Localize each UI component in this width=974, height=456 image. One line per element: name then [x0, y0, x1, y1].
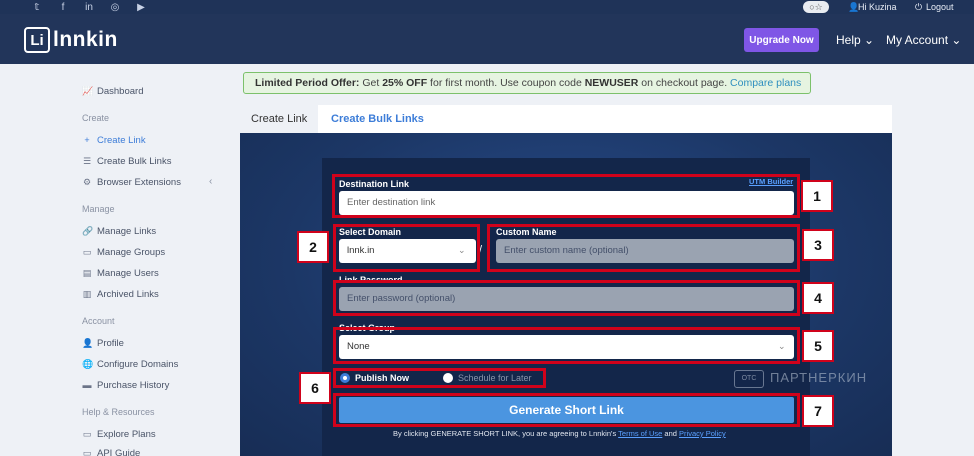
annotation-badge-2: 2 — [297, 231, 329, 263]
card-icon: ▬ — [82, 380, 92, 390]
sidebar-item-label: Manage Users — [97, 267, 159, 279]
annotation-box-6 — [333, 368, 546, 388]
tab-create-bulk-links[interactable]: Create Bulk Links — [320, 105, 435, 133]
twitter-icon[interactable]: 𝕥 — [24, 0, 50, 14]
sidebar-item-label: Create Link — [97, 134, 146, 146]
sidebar-item-label: Browser Extensions — [97, 176, 181, 188]
sidebar-item-dashboard[interactable]: 📈 Dashboard — [82, 84, 143, 98]
linkedin-icon[interactable]: in — [76, 0, 102, 14]
sidebar-item-api-guide[interactable]: ▭ API Guide — [82, 446, 141, 456]
chevron-left-icon[interactable]: ‹ — [209, 176, 212, 187]
offer-discount: 25% OFF — [382, 77, 428, 89]
sidebar-item-label: Purchase History — [97, 379, 170, 391]
power-icon: ⏻ — [915, 2, 923, 12]
sidebar-item-create-link[interactable]: + Create Link — [82, 133, 146, 147]
offer-coupon: NEWUSER — [584, 77, 639, 89]
annotation-box-7 — [333, 393, 800, 427]
chevron-down-icon: ⌄ — [864, 33, 875, 47]
sidebar-item-configure-domains[interactable]: 🌐 Configure Domains — [82, 357, 178, 371]
sidebar-item-label: Dashboard — [97, 85, 144, 97]
brand-logo[interactable]: Li lnnkin — [24, 27, 118, 53]
logo-text: lnnkin — [53, 28, 118, 51]
sidebar-item-archived-links[interactable]: ▥ Archived Links — [82, 287, 159, 301]
offer-lead: Limited Period Offer: — [255, 77, 360, 89]
sidebar-item-label: Create Bulk Links — [97, 155, 172, 167]
annotation-badge-1: 1 — [801, 180, 833, 212]
offer-banner: Limited Period Offer: Get 25% OFF for fi… — [243, 72, 811, 94]
sidebar-item-explore-plans[interactable]: ▭ Explore Plans — [82, 427, 156, 441]
annotation-box-5 — [333, 327, 800, 364]
top-social-bar: 𝕥 f in ◎ ▶ ○☆ 👤 Hi Kuzina ⏻ Logout — [0, 0, 974, 14]
watermark-text: ПАРТНЕРКИН — [770, 370, 868, 385]
sidebar-section-create: Create — [82, 113, 110, 123]
chevron-down-icon: ⌄ — [951, 33, 962, 47]
sidebar-item-manage-links[interactable]: 🔗 Manage Links — [82, 224, 156, 238]
help-label: Help — [836, 33, 861, 47]
facebook-icon[interactable]: f — [50, 0, 76, 14]
annotation-badge-7: 7 — [802, 395, 834, 427]
watermark-logo: ОТС — [734, 370, 764, 388]
logo-mark: Li — [24, 27, 50, 53]
terms-and: and — [662, 429, 680, 438]
code-icon: ▭ — [82, 447, 92, 456]
users-icon: ▤ — [82, 267, 92, 278]
plus-icon: + — [84, 135, 90, 145]
privacy-policy-link[interactable]: Privacy Policy — [679, 429, 726, 438]
terms-notice: By clicking GENERATE SHORT LINK, you are… — [393, 429, 726, 438]
sidebar-item-manage-groups[interactable]: ▭ Manage Groups — [82, 245, 165, 259]
chart-icon: 📈 — [82, 85, 94, 96]
annotation-badge-3: 3 — [802, 229, 834, 261]
sidebar-section-account: Account — [82, 316, 115, 326]
offer-text: for first month. Use coupon code — [427, 77, 585, 89]
sidebar-item-manage-users[interactable]: ▤ Manage Users — [82, 266, 159, 280]
sidebar-item-browser-extensions[interactable]: ⚙ Browser Extensions — [82, 175, 181, 189]
annotation-badge-4: 4 — [802, 282, 834, 314]
theme-toggle[interactable]: ○☆ — [803, 1, 829, 13]
book-icon: ▭ — [82, 428, 92, 439]
annotation-badge-6: 6 — [299, 372, 331, 404]
sidebar-item-label: Archived Links — [97, 288, 159, 300]
globe-icon: 🌐 — [82, 358, 94, 369]
sidebar-item-create-bulk[interactable]: ☰ Create Bulk Links — [82, 154, 172, 168]
annotation-box-2 — [333, 224, 480, 272]
help-menu[interactable]: Help ⌄ — [836, 33, 874, 47]
sidebar-item-label: Configure Domains — [97, 358, 179, 370]
sidebar-section-manage: Manage — [82, 204, 115, 214]
annotation-box-3 — [487, 224, 800, 272]
terms-of-use-link[interactable]: Terms of Use — [618, 429, 662, 438]
list-icon: ☰ — [82, 155, 92, 166]
terms-text: By clicking GENERATE SHORT LINK, you are… — [393, 429, 619, 438]
user-icon: 👤 — [82, 337, 94, 348]
logout-link[interactable]: Logout — [926, 0, 954, 14]
annotation-box-1 — [332, 174, 800, 218]
sidebar-item-label: Explore Plans — [97, 428, 156, 440]
account-label: My Account — [886, 33, 949, 47]
sidebar-section-help: Help & Resources — [82, 407, 155, 417]
sidebar-item-label: Manage Links — [97, 225, 157, 237]
account-menu[interactable]: My Account ⌄ — [886, 33, 961, 47]
puzzle-icon: ⚙ — [82, 176, 92, 187]
annotation-badge-5: 5 — [802, 330, 834, 362]
offer-text: Get — [359, 77, 383, 89]
offer-text: on checkout page. — [638, 77, 731, 89]
youtube-icon[interactable]: ▶ — [128, 0, 154, 14]
sidebar-item-label: Profile — [97, 337, 124, 349]
user-greeting[interactable]: Hi Kuzina — [858, 0, 897, 14]
tab-create-link[interactable]: Create Link — [240, 105, 319, 133]
annotation-box-4 — [333, 280, 800, 316]
sidebar-item-label: Manage Groups — [97, 246, 166, 258]
link-icon: 🔗 — [82, 225, 94, 236]
sidebar-item-purchase-history[interactable]: ▬ Purchase History — [82, 378, 170, 392]
sidebar-item-label: API Guide — [97, 447, 141, 456]
compare-plans-link[interactable]: Compare plans — [730, 77, 801, 89]
archive-icon: ▥ — [82, 288, 92, 299]
upgrade-button[interactable]: Upgrade Now — [744, 28, 819, 52]
sidebar-item-profile[interactable]: 👤 Profile — [82, 336, 124, 350]
folder-icon: ▭ — [82, 246, 92, 257]
instagram-icon[interactable]: ◎ — [102, 0, 128, 14]
main-header: Li lnnkin Upgrade Now Help ⌄ My Account … — [0, 14, 974, 64]
sidebar — [0, 64, 230, 456]
